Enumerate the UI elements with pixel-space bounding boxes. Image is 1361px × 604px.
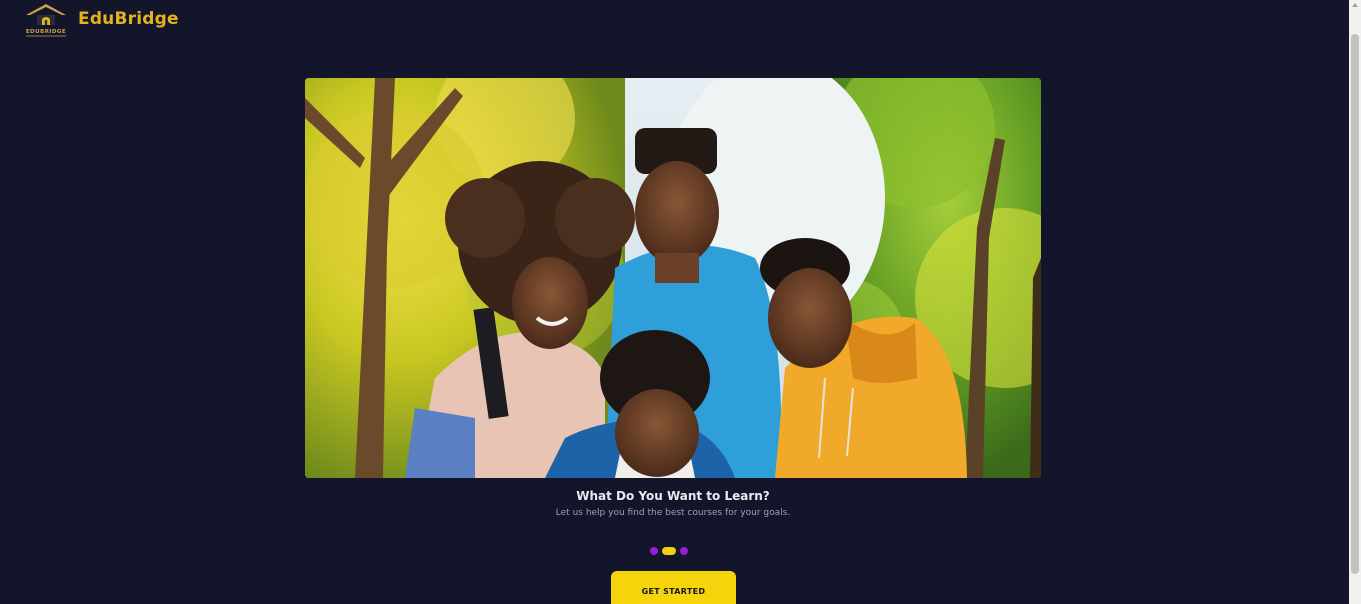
slide-title: What Do You Want to Learn?: [576, 489, 770, 503]
carousel-dot-2-active[interactable]: [662, 547, 676, 555]
scrollbar-thumb[interactable]: [1351, 34, 1359, 574]
graduation-cap-icon: EDUBRIDGE: [26, 4, 66, 37]
carousel-dot-1[interactable]: [650, 547, 658, 555]
scroll-up-arrow-icon[interactable]: [1352, 3, 1358, 7]
vertical-scrollbar[interactable]: [1349, 0, 1361, 604]
logo-wordmark: EDUBRIDGE: [26, 29, 66, 35]
get-started-label: GET STARTED: [641, 587, 706, 596]
get-started-button[interactable]: GET STARTED: [611, 571, 736, 604]
slide-subtitle: Let us help you find the best courses fo…: [555, 508, 791, 518]
brand-logo[interactable]: EDUBRIDGE: [22, 2, 70, 38]
carousel-indicator: [650, 546, 700, 556]
brand-name[interactable]: EduBridge: [78, 9, 179, 29]
onboarding-screen: EDUBRIDGE EduBridge What Do You Want to …: [0, 0, 1361, 604]
carousel-dot-3[interactable]: [680, 547, 688, 555]
slide-image: [305, 78, 1041, 478]
